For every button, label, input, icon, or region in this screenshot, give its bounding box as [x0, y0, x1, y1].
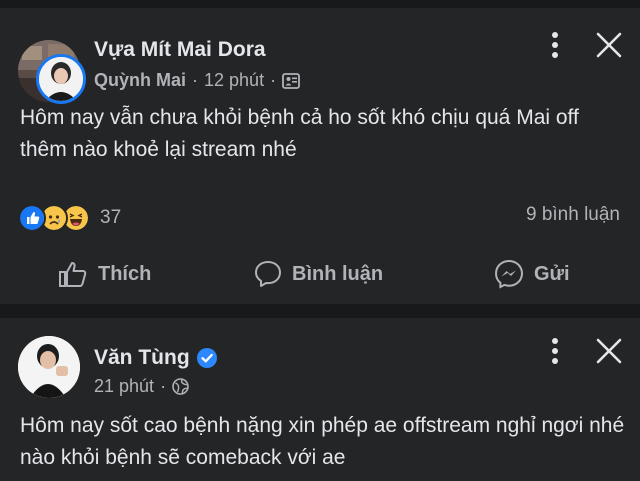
author-avatar-image	[18, 336, 80, 398]
send-label: Gửi	[534, 262, 570, 285]
like-label: Thích	[98, 262, 152, 285]
comment-count[interactable]: 9 bình luận	[526, 204, 620, 226]
hide-post-button[interactable]	[594, 336, 624, 366]
author-name[interactable]: Văn Tùng	[94, 346, 190, 370]
more-options-button[interactable]	[546, 30, 564, 60]
post-text: Hôm nay sốt cao bệnh nặng xin phép ae of…	[20, 414, 625, 469]
post-card: Vựa Mít Mai Dora Quỳnh Mai · 12 phút · H…	[0, 8, 640, 304]
comment-button[interactable]: Bình luận	[254, 254, 383, 294]
post-time[interactable]: 12 phút	[204, 70, 264, 91]
post-time[interactable]: 21 phút	[94, 376, 154, 397]
messenger-icon	[494, 259, 524, 289]
meta-separator: ·	[192, 70, 199, 90]
globe-icon	[172, 378, 189, 395]
comment-label: Bình luận	[292, 262, 384, 285]
more-dots-icon	[552, 338, 558, 364]
send-button[interactable]: Gửi	[494, 254, 570, 294]
page-icon	[282, 72, 300, 89]
post-actions: Thích Bình luận Gửi	[0, 254, 640, 294]
author-name-row: Văn Tùng	[94, 346, 217, 370]
thumbs-up-icon	[59, 262, 87, 287]
verified-badge-icon	[196, 348, 217, 368]
author-avatar[interactable]	[18, 336, 80, 398]
hide-post-button[interactable]	[594, 30, 624, 60]
close-icon	[596, 338, 622, 364]
author-avatar-image	[39, 57, 83, 101]
post-meta: 21 phút ·	[94, 376, 189, 397]
like-icon	[18, 204, 46, 232]
comment-bubble-icon	[255, 261, 281, 287]
post-card: Văn Tùng 21 phút · Hôm nay sốt cao bệnh …	[0, 318, 640, 481]
author-avatar[interactable]	[36, 54, 86, 104]
more-options-button[interactable]	[546, 336, 564, 366]
post-text: Hôm nay vẫn chưa khỏi bệnh cả ho sốt khó…	[20, 106, 579, 161]
more-dots-icon	[552, 32, 558, 58]
page-name[interactable]: Vựa Mít Mai Dora	[94, 38, 266, 62]
close-icon	[596, 32, 622, 58]
post-meta: Quỳnh Mai · 12 phút ·	[94, 70, 300, 91]
meta-separator: ·	[160, 376, 167, 396]
like-button[interactable]: Thích	[58, 254, 151, 294]
reaction-count: 37	[100, 207, 122, 228]
meta-separator: ·	[270, 70, 277, 90]
reactions-summary[interactable]: 37	[18, 204, 121, 232]
author-name[interactable]: Quỳnh Mai	[94, 70, 186, 91]
